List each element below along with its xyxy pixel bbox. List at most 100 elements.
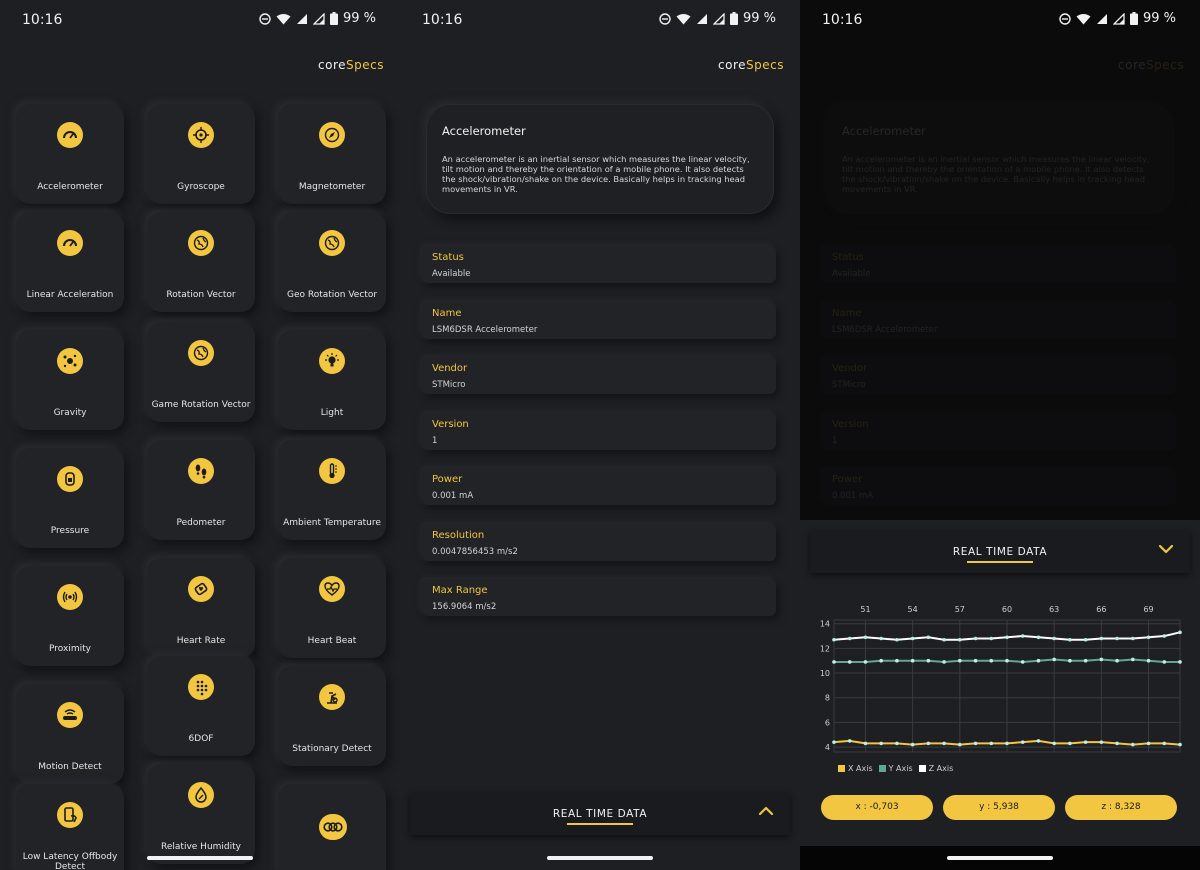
data-point [942, 660, 946, 664]
data-point [910, 658, 915, 663]
chevron-up-icon[interactable] [758, 805, 774, 817]
sensor-tile-pedometer[interactable]: Pedometer [147, 440, 255, 540]
legend-swatch [838, 765, 845, 772]
data-point [910, 742, 915, 747]
x-tick-label: 63 [1049, 605, 1059, 614]
property-key: Power [432, 474, 463, 485]
data-point [958, 637, 962, 642]
property-key: Vendor [432, 363, 468, 374]
sensor-description-card: Accelerometer An accelerometer is an ine… [826, 104, 1174, 214]
sensor-tile-accelerometer[interactable]: Accelerometer [16, 104, 124, 204]
data-point [895, 658, 899, 663]
sensor-tile-label: Motion Detect [38, 762, 102, 772]
y-tick-label: 12 [820, 644, 830, 653]
data-point [832, 740, 836, 744]
nav-handle[interactable] [947, 856, 1053, 860]
z-readout: z : 8,328 [1065, 795, 1177, 820]
data-point [989, 636, 994, 641]
sensor-tile-label: Gravity [53, 408, 87, 418]
nav-handle[interactable] [547, 856, 653, 860]
x-tick-label: 54 [908, 605, 918, 614]
sensor-tile-6dof[interactable]: 6DOF [147, 656, 255, 756]
data-point [989, 741, 994, 746]
status-icons: 99 % [1059, 11, 1176, 26]
y-tick-label: 6 [825, 718, 830, 727]
property-card-status: Status Available [822, 246, 1176, 283]
property-card-status: Status Available [422, 246, 776, 283]
nav-handle[interactable] [147, 856, 253, 860]
y-tick-label: 4 [825, 743, 830, 752]
realtime-toggle-bar[interactable]: REAL TIME DATA [810, 531, 1190, 573]
legend-label: Z Axis [928, 764, 954, 773]
data-point [1146, 658, 1151, 663]
property-card-version: Version 1 [822, 412, 1176, 450]
sensor-tile-low-latency-offbody-detect[interactable]: Low Latency Offbody Detect [16, 784, 124, 870]
data-point [847, 636, 852, 641]
heartbeat-icon [319, 576, 345, 602]
data-point [895, 637, 899, 642]
app-brand: coreSpecs [318, 58, 384, 72]
sensor-tile-gravity[interactable]: Gravity [16, 330, 124, 430]
sensor-tile-heart-rate[interactable]: Heart Rate [147, 558, 255, 658]
sensor-tile-heart-beat[interactable]: Heart Beat [278, 558, 386, 658]
globe-icon [188, 340, 214, 366]
data-point [1178, 742, 1182, 747]
data-point [926, 658, 931, 663]
app-brand: coreSpecs [718, 58, 784, 72]
sensor-tile-linear-acceleration[interactable]: Linear Acceleration [16, 212, 124, 312]
realtime-toggle-bar[interactable]: REAL TIME DATA [410, 793, 790, 835]
rings-icon [319, 814, 347, 840]
sensor-tile-magnetometer[interactable]: Magnetometer [278, 104, 386, 204]
sensor-tile-label: Gyroscope [177, 182, 225, 192]
property-value: 1 [832, 435, 838, 446]
sensor-tile-label: Rotation Vector [166, 290, 236, 300]
data-point [1052, 741, 1056, 746]
sensor-tile-rotation-vector[interactable]: Rotation Vector [147, 212, 255, 312]
property-card-max-range: Max Range 156.9064 m/s2 [422, 579, 776, 616]
bulb-icon [319, 348, 345, 374]
sensor-tile-game-rotation-vector[interactable]: Game Rotation Vector [147, 322, 255, 422]
proximity-icon [57, 584, 83, 610]
status-time: 10:16 [22, 12, 63, 28]
chevron-down-icon[interactable] [1158, 543, 1174, 555]
sensor-tile-proximity[interactable]: Proximity [16, 566, 124, 666]
property-key: Status [832, 252, 864, 263]
wifi-icon [276, 13, 291, 24]
sensor-tile-stationary-detect[interactable]: Stationary Detect [278, 666, 386, 766]
sensor-tile-relative-humidity[interactable]: Relative Humidity [147, 764, 255, 864]
x-tick-label: 57 [955, 605, 965, 614]
data-point [910, 636, 915, 641]
data-point [1036, 658, 1041, 663]
data-point [1036, 739, 1041, 743]
legend-item: Y Axis [878, 764, 913, 773]
sensor-tile-label: Light [320, 408, 344, 418]
data-point [926, 741, 931, 746]
x-tick-label: 51 [860, 605, 870, 614]
property-card-name: Name LSM6DSR Accelerometer [822, 301, 1176, 339]
sensor-tile-geo-rotation-vector[interactable]: Geo Rotation Vector [278, 212, 386, 312]
sensor-tile-more[interactable] [278, 784, 386, 870]
sensor-tile-pressure[interactable]: Pressure [16, 448, 124, 548]
status-time: 10:16 [822, 12, 863, 28]
sensor-tile-label: Magnetometer [298, 182, 366, 192]
data-point [1052, 636, 1056, 641]
status-bar: 10:16 99 % [400, 0, 800, 40]
sensor-tile-light[interactable]: Light [278, 330, 386, 430]
data-point [863, 741, 868, 746]
data-point [895, 741, 899, 746]
sensor-tile-ambient-temperature[interactable]: Ambient Temperature [278, 440, 386, 540]
data-point [958, 742, 962, 747]
sensor-tile-motion-detect[interactable]: Motion Detect [16, 684, 124, 784]
dots-icon [188, 674, 214, 700]
property-value: 0.001 mA [832, 491, 874, 501]
data-point [926, 635, 931, 640]
data-point [879, 636, 883, 641]
data-point [832, 637, 836, 642]
globe-icon [319, 230, 345, 256]
battery-percent: 99 % [342, 11, 376, 26]
sensor-tile-gyroscope[interactable]: Gyroscope [147, 104, 255, 204]
data-point [1146, 635, 1151, 640]
sensor-tile-label: Pressure [50, 526, 90, 536]
compass-icon [319, 122, 345, 148]
x-tick-label: 66 [1096, 605, 1106, 614]
